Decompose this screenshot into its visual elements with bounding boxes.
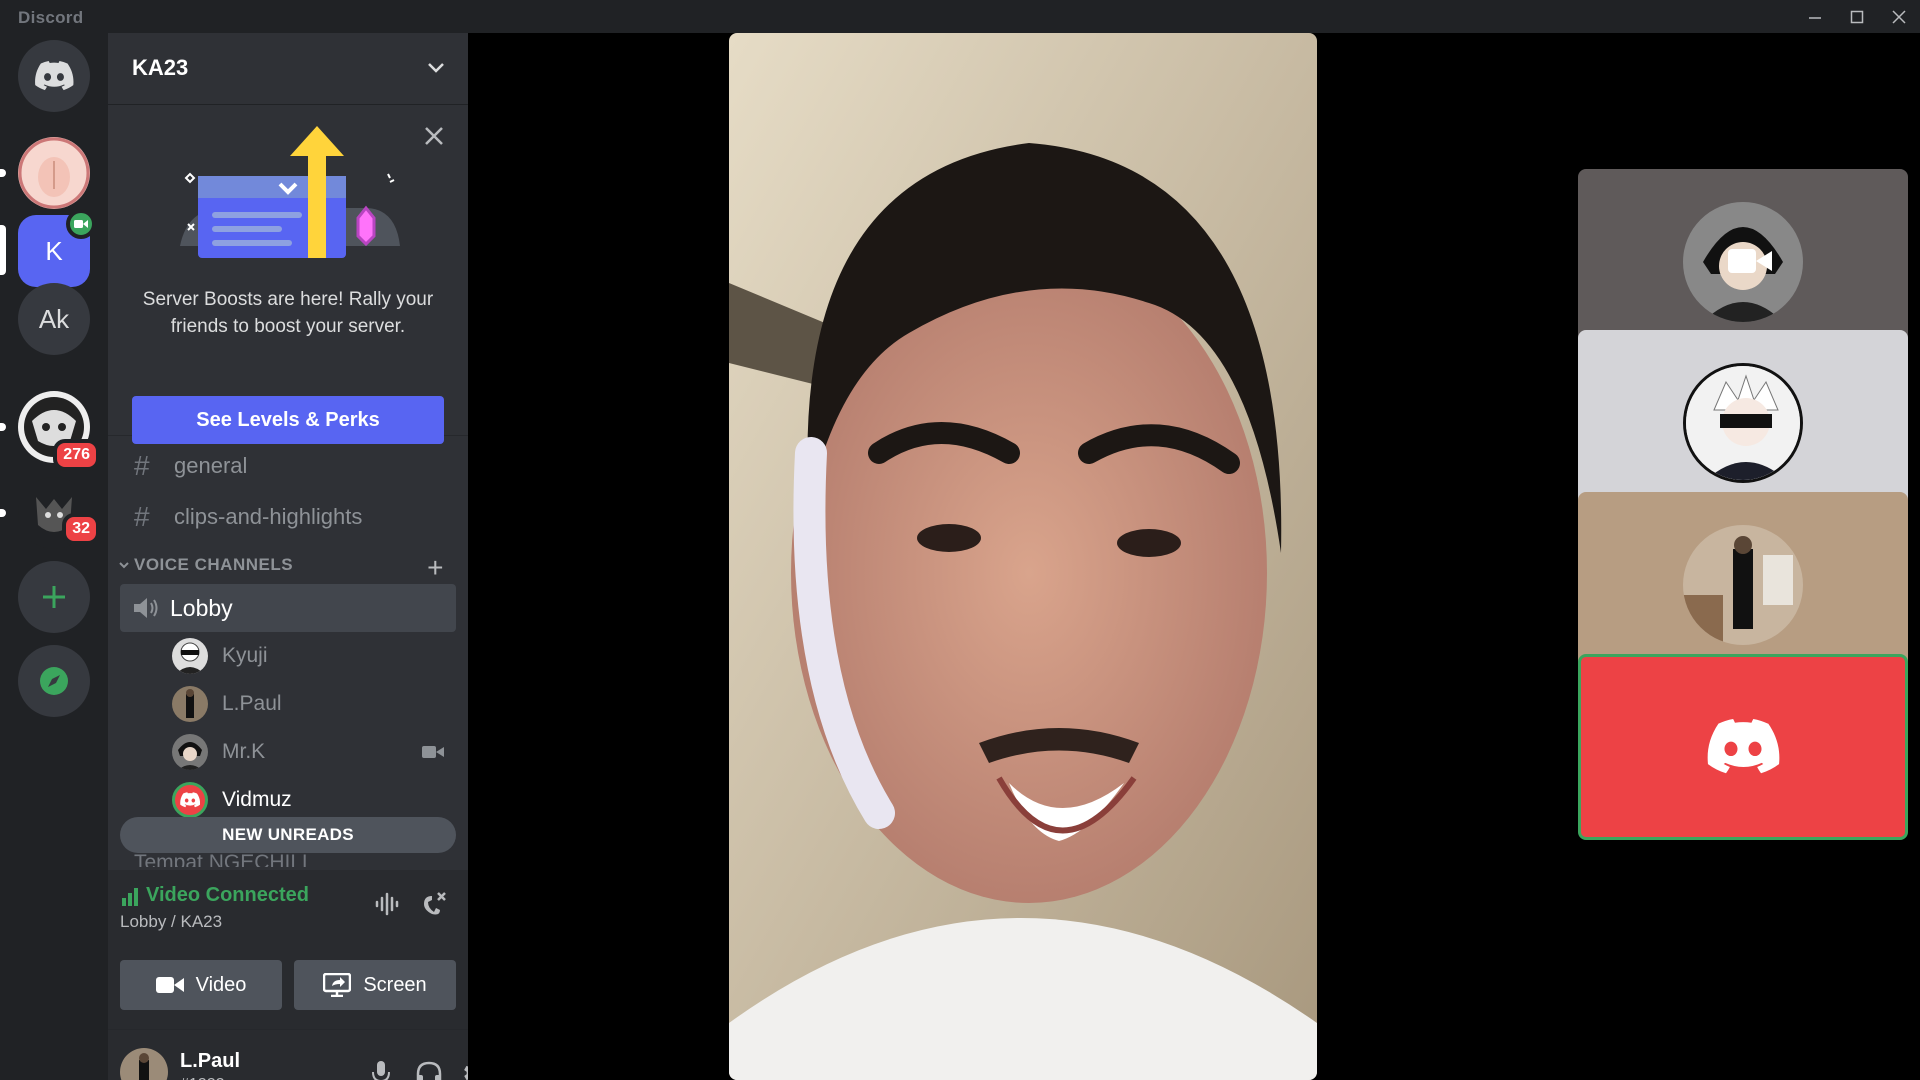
member-name: Vidmuz — [222, 788, 292, 811]
close-icon[interactable] — [424, 126, 444, 151]
voice-category-header[interactable]: VOICE CHANNELS + — [114, 550, 462, 583]
app-title: Discord — [18, 8, 84, 27]
channel-clips-and-highlights[interactable]: # clips-and-highlights — [120, 494, 456, 540]
plus-icon — [43, 586, 65, 608]
avatar — [172, 638, 208, 674]
add-server-button[interactable] — [18, 561, 90, 633]
participant-tile-kyuji[interactable] — [1578, 330, 1908, 516]
discord-home-icon — [35, 61, 74, 91]
title-bar: Discord — [0, 0, 1920, 33]
avatar-art — [18, 137, 90, 209]
mention-badge: 32 — [62, 513, 100, 545]
connection-location[interactable]: Lobby / KA23 — [120, 912, 222, 932]
hash-icon: # — [134, 450, 150, 481]
chevron-down-icon — [426, 57, 446, 82]
screen-share-button[interactable]: Screen — [294, 960, 456, 1010]
server-rail: K Ak 276 32 — [0, 33, 108, 1080]
webcam-feed — [729, 33, 1317, 1080]
server-initial: K — [45, 235, 63, 266]
screen-label: Screen — [363, 973, 427, 996]
video-active-icon — [66, 209, 96, 239]
avatar[interactable] — [120, 1048, 168, 1080]
focused-video[interactable] — [729, 33, 1317, 1080]
avatar — [172, 734, 208, 770]
video-stage — [468, 33, 1920, 1080]
voice-member-mrk[interactable]: Mr.K — [172, 730, 456, 774]
camera-icon — [1728, 245, 1772, 282]
voice-member-lpaul[interactable]: L.Paul — [172, 682, 456, 726]
close-window-icon[interactable] — [1878, 0, 1920, 33]
avatar — [1683, 525, 1803, 645]
video-label: Video — [195, 973, 247, 996]
participant-tile-vidmuz[interactable] — [1578, 654, 1908, 840]
category-label: VOICE CHANNELS — [134, 555, 294, 574]
participant-tile-mrk[interactable] — [1578, 169, 1908, 355]
server-name: KA23 — [132, 55, 189, 80]
active-pill — [0, 225, 6, 275]
participant-tile-lpaul[interactable] — [1578, 492, 1908, 678]
noise-suppression-icon[interactable] — [374, 892, 402, 921]
chevron-down-icon — [119, 562, 129, 569]
video-button[interactable]: Video — [120, 960, 282, 1010]
voice-member-kyuji[interactable]: Kyuji — [172, 634, 456, 678]
channel-sidebar: KA23 Server Boosts are here! Rally your … — [108, 33, 485, 1080]
user-tag: #1222 — [180, 1076, 225, 1080]
boost-banner: Server Boosts are here! Rally your frien… — [108, 106, 468, 444]
home-button[interactable] — [18, 40, 90, 112]
server-ak[interactable]: Ak — [18, 283, 90, 355]
channel-name: clips-and-highlights — [174, 504, 363, 529]
username: L.Paul — [180, 1050, 241, 1072]
maximize-icon[interactable] — [1836, 0, 1878, 33]
member-name: L.Paul — [222, 692, 282, 715]
server-initial: Ak — [38, 303, 70, 334]
avatar — [172, 686, 208, 722]
mention-badge: 276 — [53, 439, 100, 471]
voice-connection-panel: Video Connected Lobby / KA23 Video Scree… — [108, 870, 468, 1030]
unread-pill — [0, 423, 6, 431]
server-avatar-4[interactable]: 32 — [18, 477, 100, 549]
boost-text: Server Boosts are here! Rally your frien… — [142, 289, 434, 337]
camera-icon — [422, 742, 444, 766]
new-unreads-button[interactable]: NEW UNREADS — [120, 817, 456, 853]
camera-icon — [155, 975, 184, 995]
server-avatar-1[interactable] — [18, 137, 90, 209]
see-levels-perks-button[interactable]: See Levels & Perks — [132, 396, 444, 444]
user-panel: L.Paul #1222 — [108, 1030, 485, 1080]
avatar — [172, 782, 208, 818]
microphone-icon[interactable] — [364, 1056, 398, 1080]
member-name: Kyuji — [222, 644, 268, 667]
speaker-icon — [132, 596, 158, 620]
server-ka23[interactable]: K — [18, 209, 96, 287]
explore-servers-button[interactable] — [18, 645, 90, 717]
signal-icon — [120, 886, 140, 906]
channel-general[interactable]: # general — [120, 443, 456, 489]
voice-channel-name: Lobby — [170, 594, 233, 621]
compass-icon — [40, 667, 68, 695]
unread-pill — [0, 509, 6, 517]
channel-name: general — [174, 453, 248, 478]
voice-channel-partial[interactable]: Tempat NGECHILL — [134, 851, 314, 867]
member-name: Mr.K — [222, 740, 266, 763]
hash-icon: # — [134, 501, 150, 532]
voice-member-vidmuz[interactable]: Vidmuz — [172, 778, 456, 822]
server-avatar-3[interactable]: 276 — [18, 391, 100, 471]
discord-logo-icon — [1707, 719, 1780, 774]
add-channel-icon[interactable]: + — [427, 552, 444, 584]
connection-status[interactable]: Video Connected — [120, 884, 309, 907]
disconnect-icon[interactable] — [420, 890, 448, 923]
voice-channel-lobby[interactable]: Lobby — [120, 584, 456, 632]
screen-share-icon — [323, 973, 352, 997]
avatar — [1683, 363, 1803, 483]
boost-illustration-icon — [180, 126, 400, 258]
minimize-icon[interactable] — [1794, 0, 1836, 33]
headphones-icon[interactable] — [412, 1056, 446, 1080]
unread-pill — [0, 169, 6, 177]
server-header[interactable]: KA23 — [108, 33, 468, 105]
status-text: Video Connected — [146, 884, 309, 906]
